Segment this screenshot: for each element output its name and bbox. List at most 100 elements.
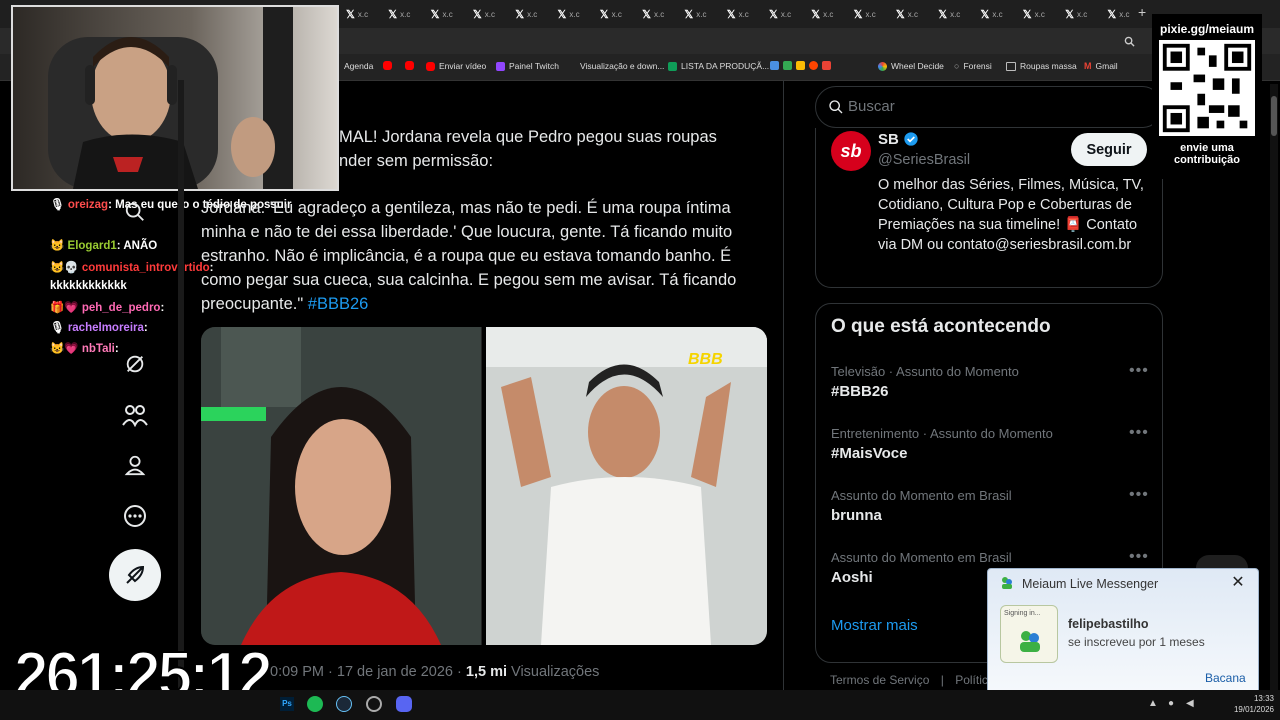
search-placeholder: Buscar — [848, 98, 895, 115]
new-tab-button[interactable]: + — [1138, 4, 1146, 20]
bookmark-icons[interactable] — [770, 61, 831, 70]
browser-tab[interactable]: 𝕏x.c — [431, 6, 465, 22]
browser-tab[interactable]: 𝕏x.c — [558, 6, 592, 22]
system-tray[interactable]: ▲ ● ◀ — [1140, 698, 1230, 712]
hashtag-link[interactable]: #BBB26 — [308, 295, 369, 313]
bookmark-wheel-decide[interactable]: Wheel Decide — [878, 61, 944, 71]
steam-icon[interactable] — [336, 696, 352, 712]
discord-icon[interactable] — [396, 696, 412, 712]
scrollbar[interactable] — [1270, 84, 1278, 690]
trend-item[interactable]: Aoshi — [831, 569, 873, 586]
trend-item[interactable]: #MaisVoce — [831, 445, 907, 462]
profile-icon[interactable] — [121, 451, 149, 479]
browser-tab[interactable]: 𝕏x.c — [769, 6, 803, 22]
browser-tab[interactable]: 𝕏x.c — [515, 6, 549, 22]
more-icon[interactable] — [121, 502, 149, 530]
obs-icon[interactable] — [366, 696, 382, 712]
browser-tab[interactable]: 𝕏x.c — [388, 6, 422, 22]
explore-icon[interactable] — [121, 198, 149, 226]
browser-tab[interactable]: 𝕏x.c — [854, 6, 888, 22]
more-options-icon[interactable]: ••• — [1129, 362, 1149, 380]
tab-label: x.c — [484, 9, 495, 19]
communities-icon[interactable] — [121, 401, 149, 429]
sheets-icon — [668, 61, 677, 71]
search-input[interactable]: Buscar — [815, 86, 1163, 128]
show-more-link[interactable]: Mostrar mais — [831, 617, 918, 634]
tweet-headline: MAL! Jordana revela que Pedro pegou suas… — [339, 128, 717, 170]
more-options-icon[interactable]: ••• — [1129, 486, 1149, 504]
wifi-icon: ▲ — [1148, 698, 1158, 709]
profile-handle: @SeriesBrasil — [878, 152, 971, 168]
grok-icon[interactable] — [121, 350, 149, 378]
browser-tab[interactable]: 𝕏x.c — [600, 6, 634, 22]
webcam-overlay — [11, 5, 339, 191]
chat-message: 🎙 rachelmoreira: — [50, 322, 148, 334]
browser-tab[interactable]: 𝕏x.c — [938, 6, 972, 22]
tab-label: x.c — [442, 9, 453, 19]
qr-url: pixie.gg/meiaum — [1159, 22, 1255, 36]
profile-name[interactable]: SB — [878, 131, 919, 148]
bookmark-youtube[interactable] — [383, 61, 392, 70]
browser-tab[interactable]: 𝕏x.c — [1107, 6, 1141, 22]
browser-tab[interactable]: 𝕏x.c — [684, 6, 718, 22]
popup-action-link[interactable]: Bacana — [1205, 671, 1246, 685]
bookmark-roupas-massa[interactable]: Roupas massa — [1006, 61, 1077, 71]
tab-label: x.c — [950, 9, 961, 19]
compose-post-button[interactable] — [109, 549, 161, 601]
photoshop-icon[interactable]: Ps — [280, 697, 294, 711]
trends-title: O que está acontecendo — [831, 316, 1051, 337]
clock[interactable]: 13:33 19/01/2026 — [1222, 693, 1274, 715]
terms-link[interactable]: Termos de Serviço — [830, 673, 929, 687]
bookmark-icon — [770, 61, 779, 70]
browser-tab[interactable]: 𝕏x.c — [1023, 6, 1057, 22]
gmail-icon: M — [1084, 61, 1092, 71]
chat-message-text: kkkkkkkkkkkk — [50, 280, 127, 292]
browser-tab[interactable]: 𝕏x.c — [981, 6, 1015, 22]
folder-icon — [1006, 61, 1016, 71]
tab-label: x.c — [780, 9, 792, 19]
follow-button[interactable]: Seguir — [1071, 133, 1147, 166]
taskbar: Ps ▲ ● ◀ 13:33 19/01/2026 — [0, 690, 1280, 720]
browser-tab[interactable]: 𝕏x.c — [346, 6, 380, 22]
column-divider — [783, 80, 784, 690]
x-logo-icon: 𝕏 — [938, 8, 948, 21]
x-logo-icon: 𝕏 — [726, 8, 736, 21]
tab-label: x.c — [865, 9, 876, 19]
bookmark-visualizacao[interactable]: Visualização e down... — [580, 61, 664, 71]
tweet-media[interactable]: BBB — [201, 327, 767, 645]
browser-tab[interactable]: 𝕏x.c — [896, 6, 930, 22]
chat-message: 😺💗 nbTali: — [50, 343, 119, 355]
bookmark-painel-twitch[interactable]: Painel Twitch — [496, 61, 559, 71]
x-logo-icon: 𝕏 — [346, 8, 355, 21]
zoom-icon[interactable] — [1124, 36, 1135, 47]
bookmark-enviar-video[interactable]: Enviar vídeo — [426, 61, 486, 71]
bookmark-agenda[interactable]: Agenda — [344, 61, 373, 71]
profile-avatar[interactable]: sb — [831, 131, 871, 171]
badge-icon: 😺💗 — [50, 343, 79, 355]
bookmark-lista-producao[interactable]: LISTA DA PRODUÇÃ... — [668, 61, 769, 71]
spotify-icon[interactable] — [307, 696, 323, 712]
more-options-icon[interactable]: ••• — [1129, 548, 1149, 566]
qr-code-icon — [1159, 40, 1255, 136]
browser-tab[interactable]: 𝕏x.c — [811, 6, 845, 22]
tab-label: x.c — [569, 9, 580, 19]
browser-tab[interactable]: 𝕏x.c — [642, 6, 676, 22]
browser-tab[interactable]: 𝕏x.c — [1065, 6, 1099, 22]
tweet-body: Jordana: 'Eu agradeço a gentileza, mas n… — [201, 199, 737, 313]
bookmark-youtube-2[interactable] — [405, 61, 414, 70]
chat-message: 😺💀 comunista_introvertido: — [50, 262, 214, 274]
scrollbar-thumb[interactable] — [1271, 96, 1277, 136]
browser-tab[interactable]: 𝕏x.c — [473, 6, 507, 22]
badge-icon: 🎁💗 — [50, 302, 79, 314]
browser-tab[interactable]: 𝕏x.c — [727, 6, 761, 22]
close-icon[interactable]: ✕ — [1228, 573, 1248, 593]
tab-label: x.c — [696, 9, 707, 19]
more-options-icon[interactable]: ••• — [1129, 424, 1149, 442]
trend-item[interactable]: brunna — [831, 507, 882, 524]
qr-caption: envie uma contribuição — [1173, 142, 1240, 166]
streamer-camera-image — [13, 7, 337, 189]
trend-item[interactable]: #BBB26 — [831, 383, 889, 400]
bookmark-forensi[interactable]: ○ Forensi — [954, 61, 992, 71]
bookmark-gmail[interactable]: M Gmail — [1084, 61, 1118, 71]
chat-message: 🎁💗 peh_de_pedro: — [50, 302, 165, 314]
